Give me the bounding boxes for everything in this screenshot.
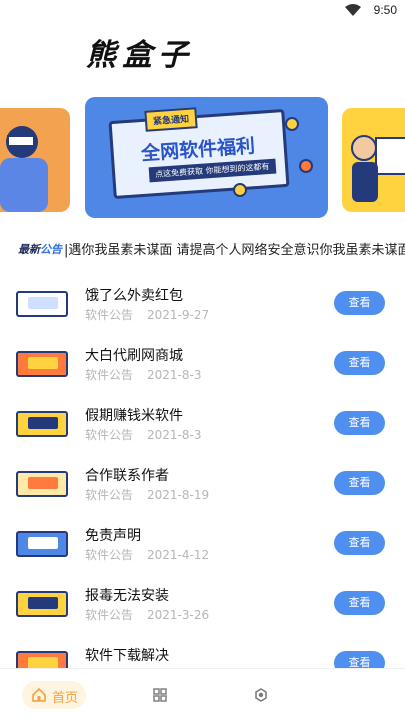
app-logo: 熊盒子 — [86, 38, 194, 73]
view-button[interactable]: 查看 — [334, 471, 385, 495]
item-thumbnail — [16, 351, 68, 377]
list-item[interactable]: 报毒无法安装 软件公告 2021-3-26 查看 — [0, 575, 405, 635]
item-meta: 软件公告 2021-9-27 — [85, 306, 209, 323]
item-meta: 软件公告 2021-8-3 — [85, 366, 201, 383]
thumbnail-graphic — [28, 537, 58, 549]
notice-tag-a: 最新 — [18, 243, 40, 256]
item-meta: 软件公告 2021-8-19 — [85, 486, 209, 503]
thumbnail-graphic — [28, 357, 58, 369]
thumbnail-graphic — [28, 417, 58, 429]
item-title: 免责声明 — [85, 528, 141, 544]
banner-slide-next[interactable] — [342, 108, 405, 212]
list-item[interactable]: 大白代刷网商城 软件公告 2021-8-3 查看 — [0, 335, 405, 395]
status-bar: 9:50 — [0, 0, 405, 22]
item-thumbnail — [16, 291, 68, 317]
item-thumbnail — [16, 471, 68, 497]
person-illustration — [342, 108, 405, 212]
item-title: 大白代刷网商城 — [85, 348, 183, 364]
thumbnail-graphic — [28, 477, 58, 489]
clock: 9:50 — [373, 3, 397, 17]
notice-tag-b: 公告 — [40, 243, 62, 256]
notice-tag: 最新公告 — [18, 241, 62, 257]
microphone-icon — [233, 183, 247, 197]
person-illustration — [0, 108, 70, 212]
wifi-icon — [345, 4, 361, 16]
home-icon — [32, 688, 46, 702]
item-date: 2021-8-3 — [147, 368, 202, 382]
item-category: 软件公告 — [85, 308, 134, 322]
item-thumbnail — [16, 411, 68, 437]
list-item[interactable]: 免责声明软件公告 2021-4-12 查看 — [0, 515, 405, 575]
item-thumbnail — [16, 531, 68, 557]
view-button[interactable]: 查看 — [334, 351, 385, 375]
list-item[interactable]: 饿了么外卖红包 软件公告 2021-9-27 查看 — [0, 275, 405, 335]
item-title: 假期赚钱米软件 — [85, 408, 183, 424]
item-thumbnail — [16, 591, 68, 617]
view-button[interactable]: 查看 — [334, 291, 385, 315]
item-category: 软件公告 — [85, 608, 134, 622]
item-title: 软件下载解决 — [85, 648, 169, 664]
banner-slide-prev[interactable] — [0, 108, 70, 212]
item-title: 合作联系作者 — [85, 468, 169, 484]
item-category: 软件公告 — [85, 488, 134, 502]
item-date: 2021-4-12 — [147, 548, 210, 562]
view-button[interactable]: 查看 — [334, 531, 385, 555]
nav-home[interactable]: 首页 — [22, 681, 86, 709]
notice-marquee[interactable]: |遇你我虽素未谋面 请提高个人网络安全意识你我虽素未谋面 相 — [64, 239, 405, 258]
banner-badge: 紧急通知 — [144, 107, 198, 132]
view-button[interactable]: 查看 — [334, 411, 385, 435]
item-date: 2021-3-26 — [147, 608, 210, 622]
list-item[interactable]: 合作联系作者 软件公告 2021-8-19 查看 — [0, 455, 405, 515]
item-meta: 软件公告 2021-3-26 — [85, 606, 209, 623]
view-button[interactable]: 查看 — [334, 591, 385, 615]
grid-icon[interactable] — [153, 688, 167, 702]
settings-icon[interactable] — [254, 688, 268, 702]
microphone-icon — [285, 117, 299, 131]
microphone-icon — [299, 159, 313, 173]
bottom-nav: 首页 — [0, 668, 405, 719]
item-title: 报毒无法安装 — [85, 588, 169, 604]
item-category: 软件公告 — [85, 548, 134, 562]
app-screen: 9:50 熊盒子 紧急通知 全网软件福利 点这免费获取 你能想到的这都有 最新公… — [0, 0, 405, 719]
nav-home-label: 首页 — [52, 691, 79, 706]
item-date: 2021-8-19 — [147, 488, 210, 502]
list-item[interactable]: 假期赚钱米软件 软件公告 2021-8-3 查看 — [0, 395, 405, 455]
banner-slide-current[interactable]: 紧急通知 全网软件福利 点这免费获取 你能想到的这都有 — [85, 97, 328, 218]
item-meta: 软件公告 2021-4-12 — [85, 546, 209, 563]
item-title: 饿了么外卖红包 — [85, 288, 183, 304]
item-category: 软件公告 — [85, 428, 134, 442]
thumbnail-graphic — [28, 297, 58, 309]
item-category: 软件公告 — [85, 368, 134, 382]
item-meta: 软件公告 2021-8-3 — [85, 426, 201, 443]
item-date: 2021-8-3 — [147, 428, 202, 442]
item-date: 2021-9-27 — [147, 308, 210, 322]
thumbnail-graphic — [28, 597, 58, 609]
